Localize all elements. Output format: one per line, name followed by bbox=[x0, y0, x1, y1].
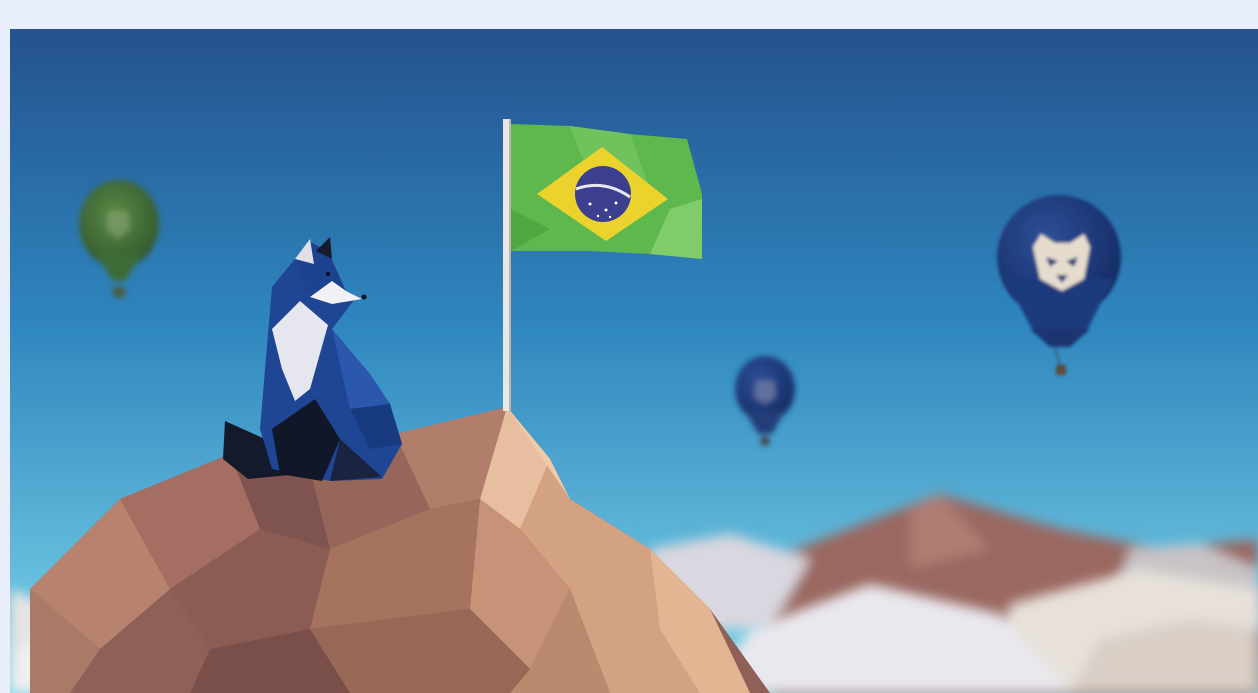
page-frame bbox=[0, 0, 1258, 693]
flag-pole bbox=[503, 119, 509, 411]
hero-scene bbox=[10, 29, 1258, 693]
hero-illustration bbox=[10, 29, 1258, 693]
